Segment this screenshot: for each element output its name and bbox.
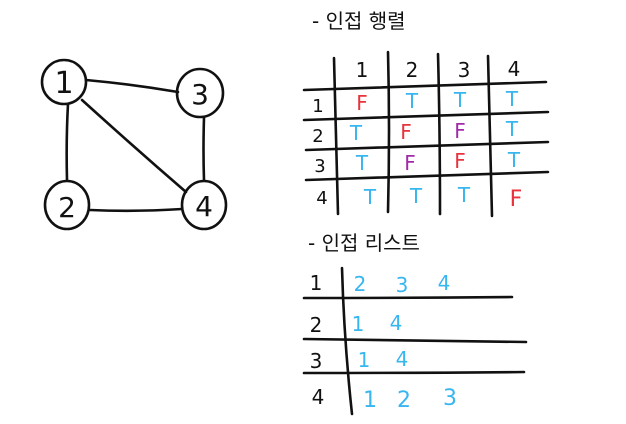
adjacency-matrix: - 인접 행렬 1 2 3 4 1 2 3 4 F T T T T F F T … — [302, 9, 550, 218]
list-title: - 인접 리스트 — [308, 231, 420, 255]
graph: 1 3 2 4 — [40, 58, 228, 231]
graph-node-label: 1 — [54, 66, 73, 101]
matrix-cell: T — [405, 89, 419, 113]
edge-1-3 — [84, 78, 180, 94]
matrix-cell: T — [349, 121, 363, 145]
graph-node-label: 3 — [191, 78, 209, 111]
matrix-cell: T — [355, 151, 369, 175]
graph-node-label: 4 — [195, 190, 213, 223]
graph-node-label: 2 — [58, 191, 76, 224]
edge-3-4 — [202, 116, 206, 182]
list-row-label: 4 — [312, 385, 325, 409]
graph-node-3: 3 — [175, 67, 225, 119]
matrix-cell: F — [356, 91, 368, 115]
matrix-row-label: 3 — [314, 156, 325, 177]
matrix-cell: T — [453, 88, 467, 112]
matrix-cell: F — [454, 119, 466, 143]
matrix-cell: T — [363, 185, 377, 209]
list-row-label: 1 — [310, 271, 323, 295]
list-item: 4 — [396, 347, 409, 371]
adjacency-list: - 인접 리스트 1 2 3 4 2 3 4 1 4 1 4 1 2 3 — [302, 231, 528, 416]
list-item: 3 — [443, 386, 457, 411]
graph-node-2: 2 — [43, 179, 91, 231]
matrix-cell: T — [507, 148, 521, 172]
matrix-col-header: 1 — [356, 58, 369, 82]
matrix-row-labels: 1 2 3 4 — [312, 96, 327, 209]
matrix-row-label: 2 — [312, 126, 323, 147]
matrix-cell: T — [505, 87, 519, 111]
matrix-cell: F — [404, 151, 416, 175]
list-row-label: 2 — [310, 313, 323, 337]
matrix-title: - 인접 행렬 — [312, 9, 406, 33]
matrix-cell: T — [409, 184, 423, 208]
matrix-cell: F — [510, 187, 523, 212]
list-item: 4 — [438, 271, 451, 295]
list-item: 2 — [397, 388, 411, 413]
graph-edges — [65, 78, 206, 213]
matrix-cell: T — [457, 183, 471, 207]
list-item: 1 — [363, 388, 377, 413]
graph-node-1: 1 — [40, 58, 88, 106]
matrix-cell: F — [400, 120, 412, 144]
list-item: 4 — [390, 311, 403, 335]
list-grid-lines — [302, 266, 528, 416]
matrix-row-label: 4 — [316, 188, 327, 209]
matrix-cell: F — [454, 149, 466, 173]
list-item: 2 — [354, 272, 367, 296]
graph-node-4: 4 — [180, 179, 228, 231]
matrix-row-label: 1 — [312, 96, 323, 117]
edge-1-4 — [80, 98, 188, 194]
list-item: 1 — [358, 348, 371, 372]
list-row-label: 3 — [310, 349, 323, 373]
list-item: 3 — [396, 273, 409, 297]
matrix-col-header: 2 — [406, 58, 419, 82]
matrix-cells: F T T T T F F T T F F T T T T F — [349, 87, 522, 212]
matrix-col-header: 3 — [458, 58, 471, 82]
matrix-cell: T — [505, 117, 519, 141]
matrix-col-header: 4 — [508, 57, 521, 81]
edge-1-2 — [65, 102, 70, 182]
edge-2-4 — [88, 207, 184, 213]
list-item: 1 — [352, 312, 365, 336]
diagram-canvas: 1 3 2 4 - 인접 행렬 1 2 3 4 1 2 3 4 F T T T … — [40, 9, 550, 416]
